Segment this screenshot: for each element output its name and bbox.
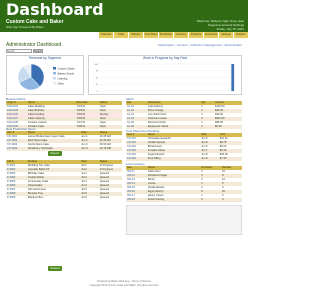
submit-button[interactable]: Submit (48, 266, 62, 271)
y-tick-label: 0 (97, 91, 99, 93)
top-links[interactable]: Welcome, Robert ▸ Sign Out ▸ Help Suppor… (144, 19, 244, 31)
legend-swatch (53, 72, 56, 75)
nav-delivery[interactable]: Delivery (128, 32, 143, 38)
legend-swatch (53, 82, 56, 85)
table-cell: Jun 9 (201, 157, 208, 160)
table-row[interactable]: INV-18 Food Coloring 2 4 (126, 198, 242, 202)
legend-label: Bakery Goods (58, 71, 75, 75)
table-cell: 4 (222, 198, 224, 201)
nav-production[interactable]: Production (158, 32, 173, 38)
table-cell: Jul 6 (81, 196, 87, 199)
bar (231, 64, 235, 91)
legend-swatch (53, 77, 56, 80)
nav-inventory[interactable]: Inventory (173, 32, 188, 38)
legend-label: Catering (58, 76, 68, 80)
legend-swatch (53, 67, 56, 70)
y-tick-label: 25 (96, 84, 99, 86)
table-cell: 7/18/11 (76, 125, 86, 128)
table-cell: $7.30 (219, 157, 227, 160)
nav-reports[interactable]: Reports (233, 32, 248, 38)
table-cell[interactable]: INV-18 (126, 198, 147, 202)
table-cell[interactable]: CP-1004 (6, 147, 27, 151)
footer-line-2: Copyright 2011 Custom Cake and Baker. Al… (89, 283, 159, 287)
recent-orders-table: Order # Name Due Date Status 1001-024 Cake We… (6, 101, 122, 129)
y-tick-label: 75 (96, 71, 99, 73)
low-inventory-table: Item Name On Hand Reorder INV-11 Cake Flour 4 1… (126, 166, 242, 202)
production-table: Job # Product Start Status P-3001 Wedding Tie… (6, 160, 122, 200)
alerts-table: Ref Description Qty Amount AL-01 Late Deliver… (126, 101, 242, 129)
search-row: Search Search (6, 49, 43, 53)
cost-sheet-table: Item # Name Date Cost CS-201 Chocolate Ganach… (126, 133, 242, 161)
nav-settings[interactable]: Settings (218, 32, 233, 38)
page-links[interactable]: Subscription - Account - Collection Mana… (158, 43, 242, 47)
page-header-title: Dashboard (6, 0, 104, 19)
bar-chart-panel: Work in Progress by Day Past 0 25 50 75 100 (88, 55, 242, 95)
nav-customers[interactable]: Customers (203, 32, 218, 38)
table-cell: Queued (99, 196, 110, 199)
table-row[interactable]: CS-206 Fruit Filling Jun 9 $7.30 (126, 157, 242, 161)
pie-chart-panel: Revenue by Segment Custom Cakes Bakery Go… (6, 55, 84, 95)
y-tick-label: 100 (94, 64, 98, 66)
main-nav: Overview Order Delivery Cost Sheet Produ… (98, 32, 248, 38)
y-tick-label: 50 (96, 77, 99, 79)
search-button[interactable]: Search (33, 49, 43, 53)
table-cell: 1 (201, 125, 203, 128)
table-cell: Macaron Box (27, 196, 44, 199)
nav-overview[interactable]: Overview (98, 32, 113, 38)
page-title: Administrator Dashboard (6, 42, 62, 48)
table-cell: Food Coloring (147, 198, 165, 201)
footer: Powered by Baker Web App - Terms of Serv… (0, 280, 248, 287)
nav-products[interactable]: Products (188, 32, 203, 38)
new-products-table: Item # Name Date Status CP-1001 Lemon Butterc… (6, 131, 122, 151)
nav-cost-sheet[interactable]: Cost Sheet (143, 32, 158, 38)
table-cell[interactable]: P-3009 (6, 196, 27, 200)
table-cell[interactable]: CS-206 (126, 157, 147, 161)
company-subtitle: Web App Powered By Baker (6, 25, 44, 29)
table-row[interactable]: CP-1004 Strawberry Shortcake Jun 4 02:15 PM (6, 147, 122, 151)
bar-chart: 0 25 50 75 100 (94, 64, 235, 93)
table-cell: Fruit Filling (147, 157, 161, 160)
table-cell: Open (99, 125, 107, 128)
table-cell: $0.00 (215, 125, 222, 128)
table-cell: Jun 4 (81, 147, 88, 150)
legend-label: Custom Cakes (58, 66, 76, 70)
nav-order[interactable]: Order (113, 32, 128, 38)
top-link-date: Friday, July 15, 2011 (216, 27, 244, 31)
pie-chart: Custom CakesBakery GoodsCateringOther (17, 63, 76, 91)
table-row[interactable]: P-3009 Macaron Box Jul 6 Queued (6, 196, 122, 200)
legend-label: Other (58, 81, 65, 85)
export-button[interactable]: Export (48, 151, 62, 156)
table-cell: 02:15 PM (99, 147, 111, 150)
search-input[interactable]: Search (6, 49, 32, 53)
notes-box (126, 205, 242, 235)
table-cell: 2 (201, 198, 203, 201)
